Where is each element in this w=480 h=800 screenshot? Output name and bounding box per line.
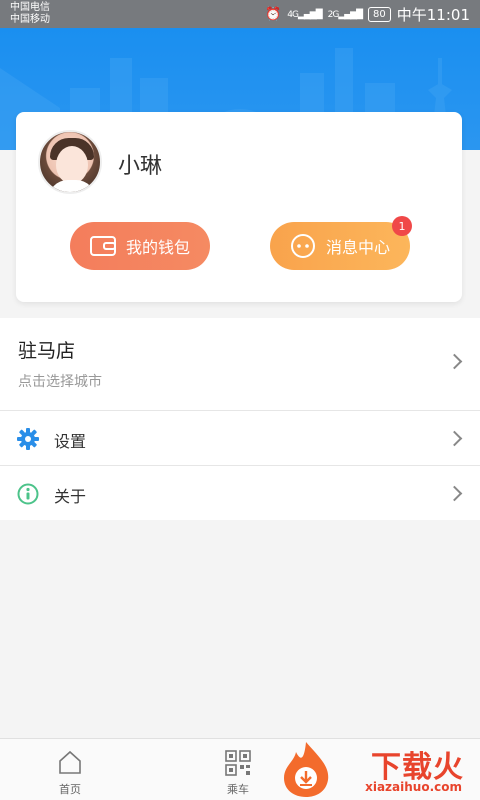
city-hint: 点击选择城市	[18, 374, 102, 390]
my-wallet-label: 我的钱包	[125, 238, 190, 257]
avatar[interactable]	[38, 130, 102, 194]
signal-2-icon: 2G▂▄▆█	[327, 9, 363, 20]
message-center-label: 消息中心	[325, 238, 390, 257]
tab-home[interactable]: 首页	[10, 739, 130, 800]
chevron-right-icon	[446, 430, 463, 447]
watermark-logo: 下载火 xiazaihuo.com	[274, 738, 474, 800]
chevron-right-icon	[446, 485, 463, 502]
gear-icon	[17, 428, 39, 450]
status-indicators: ⏰ 4G▂▄▆█ 2G▂▄▆█ 80 中午11:01	[265, 4, 470, 25]
qr-code-icon	[225, 750, 251, 776]
signal-1-icon: 4G▂▄▆█	[287, 9, 322, 20]
flame-icon	[284, 742, 329, 797]
clock: 中午11:01	[396, 6, 470, 24]
carrier-info: 中国电信 中国移动	[10, 2, 50, 26]
about-label: 关于	[54, 487, 87, 506]
city-selector[interactable]: 驻马店 点击选择城市	[0, 318, 480, 410]
battery-icon: 80	[368, 7, 391, 22]
carrier-2: 中国移动	[10, 14, 50, 25]
carrier-1: 中国电信	[10, 2, 50, 13]
settings-label: 设置	[54, 432, 87, 451]
info-icon	[17, 483, 39, 505]
status-bar: 中国电信 中国移动 ⏰ 4G▂▄▆█ 2G▂▄▆█ 80 中午11:01	[0, 0, 480, 28]
username: 小琳	[118, 154, 163, 179]
tab-home-label: 首页	[59, 783, 81, 796]
watermark-url: xiazaihuo.com	[365, 780, 462, 794]
alarm-icon: ⏰	[265, 7, 282, 22]
chat-face-icon	[290, 234, 315, 258]
chevron-right-icon	[446, 353, 463, 370]
home-icon	[59, 750, 81, 774]
list-item-settings[interactable]: 设置	[0, 410, 480, 465]
my-wallet-button[interactable]: 我的钱包	[70, 222, 210, 270]
wallet-icon	[89, 236, 116, 256]
unread-badge: 1	[392, 216, 412, 236]
message-center-button[interactable]: 消息中心 1	[270, 216, 412, 270]
list-item-about[interactable]: 关于	[0, 465, 480, 520]
city-name: 驻马店	[18, 340, 76, 362]
profile-card: 小琳 我的钱包 消息中心 1	[16, 112, 462, 302]
settings-list: 设置 关于	[0, 410, 480, 520]
